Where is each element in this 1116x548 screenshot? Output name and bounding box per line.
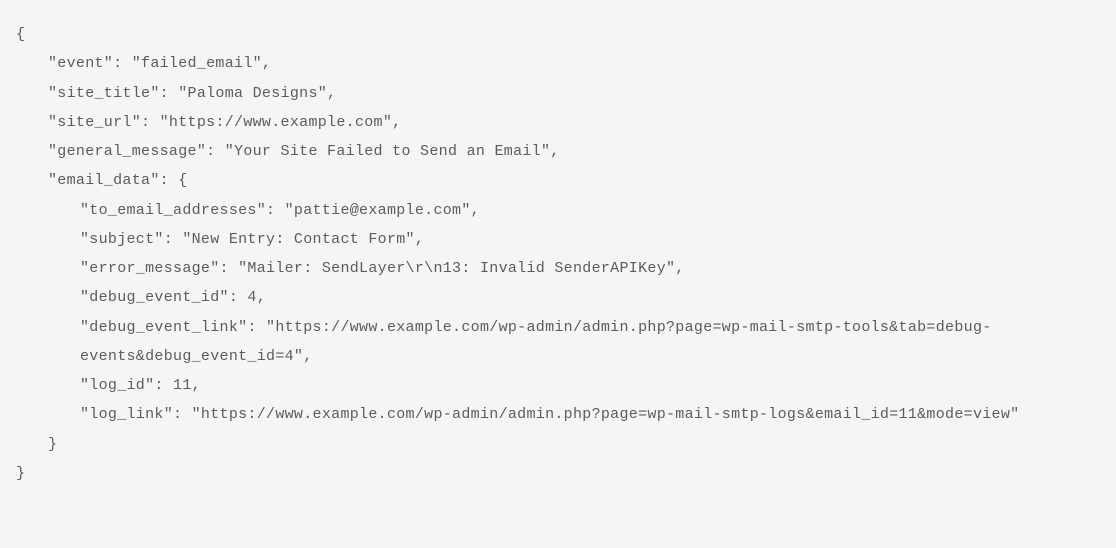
brace-close-inner: } [16, 430, 1100, 459]
json-line-log-id: "log_id": 11, [16, 371, 1100, 400]
json-line-debug-event-id: "debug_event_id": 4, [16, 283, 1100, 312]
json-line-subject: "subject": "New Entry: Contact Form", [16, 225, 1100, 254]
brace-close: } [16, 459, 1100, 488]
json-line-error-message: "error_message": "Mailer: SendLayer\r\n1… [16, 254, 1100, 283]
json-line-to-email: "to_email_addresses": "pattie@example.co… [16, 196, 1100, 225]
json-line-site-title: "site_title": "Paloma Designs", [16, 79, 1100, 108]
json-line-log-link: "log_link": "https://www.example.com/wp-… [16, 400, 1100, 429]
json-line-email-data-open: "email_data": { [16, 166, 1100, 195]
json-line-debug-event-link: "debug_event_link": "https://www.example… [16, 313, 1100, 372]
json-line-general-message: "general_message": "Your Site Failed to … [16, 137, 1100, 166]
json-line-event: "event": "failed_email", [16, 49, 1100, 78]
json-line-site-url: "site_url": "https://www.example.com", [16, 108, 1100, 137]
brace-open: { [16, 20, 1100, 49]
json-code-block: {"event": "failed_email","site_title": "… [16, 20, 1100, 488]
